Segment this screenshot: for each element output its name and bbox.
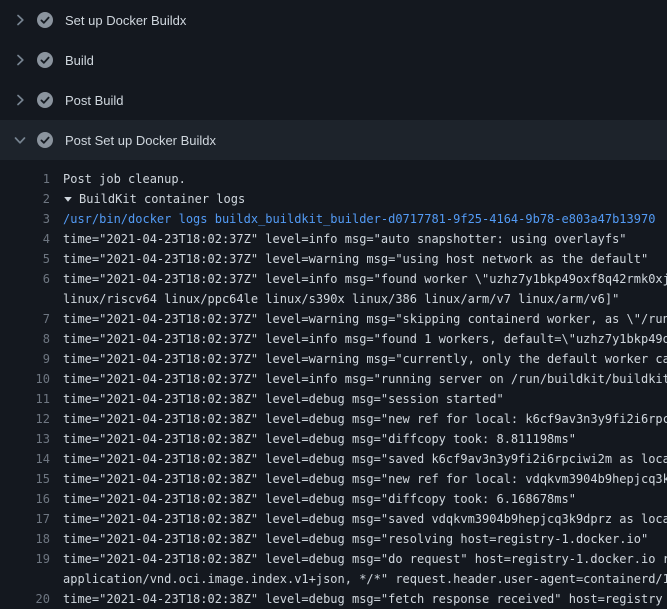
log-line: 6 time="2021-04-23T18:02:37Z" level=info … (0, 269, 667, 289)
triangle-down-icon (63, 194, 73, 204)
log-text: time="2021-04-23T18:02:38Z" level=debug … (63, 389, 504, 409)
line-number[interactable]: 17 (0, 509, 50, 529)
check-circle-icon (37, 132, 53, 148)
log-group-toggle[interactable]: 2 BuildKit container logs (0, 189, 667, 209)
line-number[interactable]: 5 (0, 249, 50, 269)
log-line: 15 time="2021-04-23T18:02:38Z" level=debu… (0, 469, 667, 489)
log-line: linux/riscv64 linux/ppc64le linux/s390x … (0, 289, 667, 309)
log-text: time="2021-04-23T18:02:37Z" level=warnin… (63, 249, 648, 269)
step-row-build[interactable]: Build (0, 40, 667, 80)
line-number[interactable]: 18 (0, 529, 50, 549)
line-number[interactable]: 8 (0, 329, 50, 349)
log-line: 1 Post job cleanup. (0, 169, 667, 189)
log-text: time="2021-04-23T18:02:38Z" level=debug … (63, 589, 663, 609)
step-row-set-up-docker-buildx[interactable]: Set up Docker Buildx (0, 0, 667, 40)
log-line: 19 time="2021-04-23T18:02:38Z" level=debu… (0, 549, 667, 569)
line-number[interactable]: 2 (0, 189, 50, 209)
log-line: 12 time="2021-04-23T18:02:38Z" level=debu… (0, 409, 667, 429)
line-number[interactable]: 15 (0, 469, 50, 489)
log-text: application/vnd.oci.image.index.v1+json,… (63, 569, 667, 589)
chevron-right-icon (12, 12, 28, 28)
log-line: 9 time="2021-04-23T18:02:37Z" level=warni… (0, 349, 667, 369)
line-number[interactable]: 1 (0, 169, 50, 189)
log-text: time="2021-04-23T18:02:37Z" level=info m… (63, 229, 627, 249)
log-viewer: 1 Post job cleanup. 2 BuildKit container lo… (0, 160, 667, 609)
log-line: application/vnd.oci.image.index.v1+json,… (0, 569, 667, 589)
log-text: time="2021-04-23T18:02:38Z" level=debug … (63, 409, 667, 429)
line-number[interactable]: 19 (0, 549, 50, 569)
line-number[interactable]: 9 (0, 349, 50, 369)
log-text: Post job cleanup. (63, 169, 186, 189)
log-text: time="2021-04-23T18:02:37Z" level=warnin… (63, 349, 667, 369)
step-row-post-set-up-docker-buildx[interactable]: Post Set up Docker Buildx (0, 120, 667, 160)
step-row-post-build[interactable]: Post Build (0, 80, 667, 120)
log-line: 14 time="2021-04-23T18:02:38Z" level=debu… (0, 449, 667, 469)
log-text: time="2021-04-23T18:02:38Z" level=debug … (63, 429, 576, 449)
log-line: 5 time="2021-04-23T18:02:37Z" level=warni… (0, 249, 667, 269)
log-line: 13 time="2021-04-23T18:02:38Z" level=debu… (0, 429, 667, 449)
line-number[interactable]: 11 (0, 389, 50, 409)
line-number[interactable]: 20 (0, 589, 50, 609)
line-number (0, 289, 50, 309)
log-text: time="2021-04-23T18:02:38Z" level=debug … (63, 529, 648, 549)
step-label: Set up Docker Buildx (65, 13, 186, 28)
log-text: time="2021-04-23T18:02:38Z" level=debug … (63, 449, 667, 469)
log-text: time="2021-04-23T18:02:38Z" level=debug … (63, 469, 667, 489)
line-number[interactable]: 7 (0, 309, 50, 329)
line-number[interactable]: 16 (0, 489, 50, 509)
step-label: Post Set up Docker Buildx (65, 133, 216, 148)
log-line: 8 time="2021-04-23T18:02:37Z" level=info … (0, 329, 667, 349)
log-line: 20 time="2021-04-23T18:02:38Z" level=debu… (0, 589, 667, 609)
log-line: 3/usr/bin/docker logs buildx_buildkit_bu… (0, 209, 667, 229)
step-label: Post Build (65, 93, 124, 108)
log-line: 17 time="2021-04-23T18:02:38Z" level=debu… (0, 509, 667, 529)
log-line: 18 time="2021-04-23T18:02:38Z" level=debu… (0, 529, 667, 549)
line-number[interactable]: 13 (0, 429, 50, 449)
log-line: 10 time="2021-04-23T18:02:37Z" level=info… (0, 369, 667, 389)
log-text: time="2021-04-23T18:02:37Z" level=info m… (63, 329, 667, 349)
check-circle-icon (37, 92, 53, 108)
log-text: time="2021-04-23T18:02:38Z" level=debug … (63, 549, 667, 569)
workflow-steps-panel: Set up Docker Buildx Build Post Build Post … (0, 0, 667, 160)
line-number[interactable]: 6 (0, 269, 50, 289)
line-number[interactable]: 12 (0, 409, 50, 429)
log-group-label: BuildKit container logs (79, 192, 245, 206)
log-text: time="2021-04-23T18:02:38Z" level=debug … (63, 489, 576, 509)
log-text: time="2021-04-23T18:02:37Z" level=info m… (63, 369, 667, 389)
log-text: time="2021-04-23T18:02:37Z" level=warnin… (63, 309, 667, 329)
log-text: linux/riscv64 linux/ppc64le linux/s390x … (63, 289, 619, 309)
line-number[interactable]: 3 (0, 209, 50, 229)
log-line: 7 time="2021-04-23T18:02:37Z" level=warni… (0, 309, 667, 329)
line-number[interactable]: 14 (0, 449, 50, 469)
check-circle-icon (37, 12, 53, 28)
line-number[interactable]: 10 (0, 369, 50, 389)
log-line: 16 time="2021-04-23T18:02:38Z" level=debu… (0, 489, 667, 509)
check-circle-icon (37, 52, 53, 68)
line-number (0, 569, 50, 589)
line-number[interactable]: 4 (0, 229, 50, 249)
chevron-down-icon (12, 132, 28, 148)
log-text: time="2021-04-23T18:02:37Z" level=info m… (63, 269, 667, 289)
step-label: Build (65, 53, 94, 68)
chevron-right-icon (12, 52, 28, 68)
log-text: time="2021-04-23T18:02:38Z" level=debug … (63, 509, 667, 529)
log-line: 4 time="2021-04-23T18:02:37Z" level=info … (0, 229, 667, 249)
log-command: /usr/bin/docker logs buildx_buildkit_bui… (63, 209, 655, 229)
log-line: 11 time="2021-04-23T18:02:38Z" level=debu… (0, 389, 667, 409)
log-group: BuildKit container logs (63, 189, 245, 209)
chevron-right-icon (12, 92, 28, 108)
